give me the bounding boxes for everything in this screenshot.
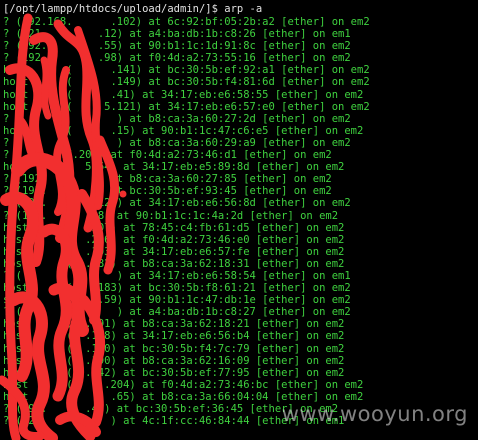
command-prompt: [/opt/lampp/htdocs/upload/admin/]$ arp -…: [3, 3, 263, 15]
arp-entry-line: ? ( . ) at b8:ca:3a:60:27:2d [ether] on …: [3, 112, 351, 125]
arp-entry-line: host ( .142) at bc:30:5b:ef:77:95 [ether…: [3, 366, 345, 379]
arp-entry-line: host ( .150) at bc:30:5b:f4:7c:79 [ether…: [3, 342, 345, 355]
arp-entry-line: host ( .183) at bc:30:5b:f8:61:21 [ether…: [3, 282, 351, 295]
arp-entry-line: ? (192. ) at bc:30:5b:ef:93:45 [ether] o…: [3, 185, 332, 198]
arp-entry-line: host ( .206) at f0:4d:a2:73:46:e0 [ether…: [3, 233, 345, 246]
arp-entry-line: ? (192.168. .102) at 6c:92:bf:05:2b:a2 […: [3, 16, 370, 28]
arp-entry-line: host ( .41) at 34:17:eb:e6:58:55 [ether]…: [3, 88, 364, 101]
arp-entry-line: ? (221. .12) at a4:ba:db:1b:c8:26 [ether…: [3, 28, 351, 41]
arp-entry-line: ? ( . ) at a4:ba:db:1b:c8:27 [ether] on …: [3, 306, 351, 319]
arp-entry-line: ? ( . ) at b8:ca:3a:60:29:a9 [ether] on …: [3, 136, 351, 149]
terminal-output: ? (192.168. .102) at 6c:92:bf:05:2b:a2 […: [3, 16, 478, 427]
arp-entry-line: storm ( .59) at 90:b1:1c:47:db:1e [ether…: [3, 294, 351, 307]
arp-entry-line: host ( .141) at bc:30:5b:ef:92:a1 [ether…: [3, 64, 370, 77]
terminal-window[interactable]: [/opt/lampp/htdocs/upload/admin/]$ arp -…: [0, 0, 478, 440]
arp-entry-line: host ( 5.64) at 34:17:eb:e5:89:8d [ether…: [3, 161, 345, 174]
watermark: www.wooyun.org: [281, 402, 468, 426]
arp-entry-line: host ( .191) at b8:ca:3a:62:18:21 [ether…: [3, 318, 345, 331]
arp-entry-line: ? (192. .98) at f0:4d:a2:73:55:16 [ether…: [3, 52, 351, 65]
arp-entry-line: ? (192. .58) at 90:b1:1c:1c:4a:2d [ether…: [3, 209, 339, 222]
arp-entry-line: ? (192. ) at b8:ca:3a:60:27:85 [ether] o…: [3, 173, 332, 186]
arp-entry-line: ? ( .5.205) at f0:4d:a2:73:46:d1 [ether]…: [3, 149, 332, 162]
arp-entry-line: ? (192. .55) at 90:b1:1c:1d:91:8c [ether…: [3, 40, 351, 53]
arp-entry-line: host ( .15) at 90:b1:1c:47:c6:e5 [ether]…: [3, 124, 364, 137]
arp-entry-line: host ( .207) at 78:45:c4:fb:61:d5 [ether…: [3, 221, 345, 234]
arp-entry-line: host ( 5.121) at 34:17:eb:e6:57:e0 [ethe…: [3, 100, 370, 113]
arp-entry-line: ? ( . ) at 34:17:eb:e6:58:54 [ether] on …: [3, 269, 351, 282]
arp-entry-line: host ( .149) at bc:30:5b:f4:81:6d [ether…: [3, 76, 370, 89]
arp-entry-line: host ( .204) at f0:4d:a2:73:46:bc [ether…: [3, 378, 364, 391]
arp-entry-line: ? (192. 5.127) at 34:17:eb:e6:56:8d [eth…: [3, 197, 351, 210]
arp-entry-line: host ( .182) at b8:ca:3a:62:18:31 [ether…: [3, 257, 345, 270]
arp-entry-line: host ( .190) at b8:ca:3a:62:16:09 [ether…: [3, 354, 345, 367]
arp-entry-line: host ( .128) at 34:17:eb:e6:56:b4 [ether…: [3, 330, 345, 343]
arp-entry-line: host ( .103) at 34:17:eb:e6:57:fe [ether…: [3, 245, 345, 258]
